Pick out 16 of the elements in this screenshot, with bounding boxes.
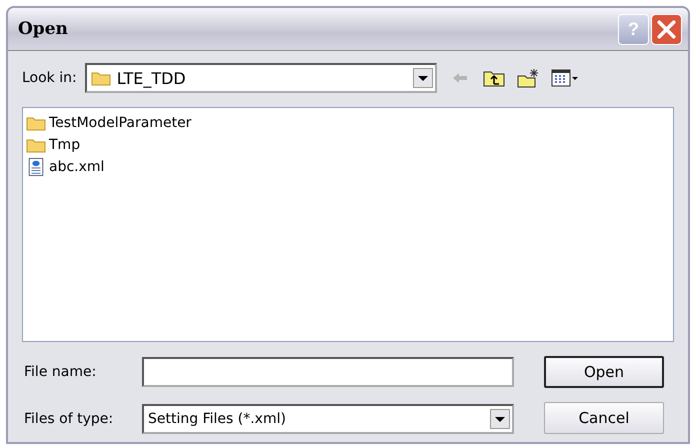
new-folder-icon[interactable]	[516, 68, 539, 88]
file-name-label: File name:	[24, 364, 98, 380]
window-title: Open	[18, 19, 68, 39]
view-menu-icon[interactable]	[550, 68, 579, 88]
dialog-button[interactable]: Cancel	[544, 402, 664, 434]
dialog-button[interactable]: Open	[544, 356, 664, 388]
close-icon[interactable]	[651, 14, 682, 44]
look-in-label: Look in:	[22, 70, 77, 86]
file-type-label: Files of type:	[24, 410, 114, 426]
document-icon	[26, 158, 46, 176]
look-in-dropdown[interactable]: LTE_TDD	[84, 63, 437, 93]
file-item[interactable]: abc.xml	[26, 158, 104, 176]
file-name-field[interactable]	[142, 356, 514, 386]
file-item[interactable]: Tmp	[26, 136, 80, 154]
file-item[interactable]: TestModelParameter	[26, 114, 192, 132]
file-type-dropdown[interactable]: Setting Files (*.xml)	[142, 404, 514, 434]
